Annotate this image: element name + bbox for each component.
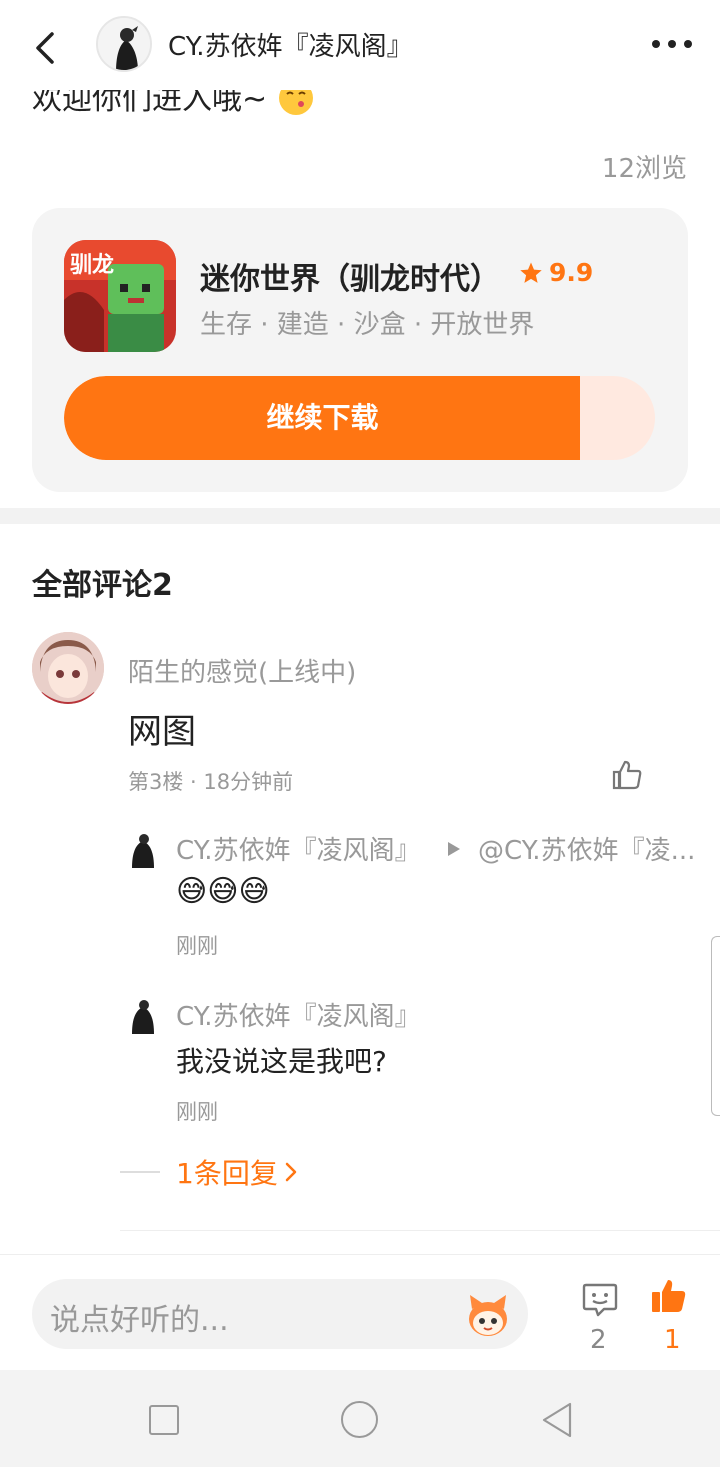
header-title[interactable]: CY.苏依姩『凌风阁』: [168, 26, 413, 63]
download-button[interactable]: 继续下载: [64, 376, 655, 460]
home-button[interactable]: [341, 1401, 378, 1438]
reply-item: CY.苏依姩『凌风阁』 @CY.苏依姩『凌... 😅😅😅 刚刚: [128, 830, 720, 960]
download-button-label: 继续下载: [266, 401, 379, 434]
reply-time: 刚刚: [176, 934, 218, 958]
reply-time: 刚刚: [176, 1100, 218, 1124]
game-icon[interactable]: 驯龙: [64, 240, 176, 352]
reply-author[interactable]: CY.苏依姩『凌风阁』: [176, 996, 421, 1033]
game-rating-value: 9.9: [549, 258, 594, 287]
mascot-emoji-icon[interactable]: [464, 1291, 512, 1339]
reply-arrow-icon: [448, 841, 460, 856]
back-triangle-icon[interactable]: [540, 1400, 574, 1440]
author-avatar[interactable]: [96, 16, 152, 72]
section-divider: [0, 508, 720, 524]
game-rating: 9.9: [519, 258, 593, 287]
thumbs-up-icon[interactable]: [610, 758, 644, 792]
chevron-right-icon: [285, 1162, 297, 1182]
game-name[interactable]: 迷你世界（驯龙时代）: [200, 254, 500, 298]
reply-text: 我没说这是我吧?: [176, 1045, 387, 1078]
reply-item: CY.苏依姩『凌风阁』 我没说这是我吧? 刚刚: [128, 996, 720, 1126]
game-app-icon: 驯龙: [64, 240, 176, 352]
comments-title: 全部评论2: [32, 568, 173, 603]
reply-author-avatar[interactable]: [128, 832, 158, 868]
like-count: 1: [664, 1325, 681, 1355]
comment-input-placeholder: 说点好听的...: [50, 1303, 229, 1338]
game-tags: 生存 · 建造 · 沙盒 · 开放世界: [200, 310, 535, 340]
bottom-input-bar: 说点好听的... 2 1: [0, 1254, 720, 1370]
system-nav-bar: [0, 1370, 720, 1467]
reply-text: 😅😅😅: [176, 874, 270, 909]
comment-count: 2: [590, 1325, 607, 1355]
recent-apps-button[interactable]: [149, 1405, 179, 1435]
more-replies-label: 1条回复: [176, 1157, 278, 1190]
reply-target: @CY.苏依姩『凌...: [448, 830, 695, 867]
view-count: 12浏览: [601, 154, 687, 184]
comment-text: 网图: [128, 712, 196, 752]
more-replies-link[interactable]: 1条回复: [120, 1152, 298, 1192]
comment-meta: 第3楼 · 18分钟前: [128, 770, 294, 794]
comment-bubble-icon[interactable]: [580, 1279, 620, 1319]
author-avatar-image: [98, 18, 150, 70]
star-icon: [520, 262, 542, 283]
game-card[interactable]: 驯龙 迷你世界（驯龙时代） 9.9 生存 · 建造 · 沙盒 · 开放世界 继续…: [32, 208, 688, 492]
thumbs-up-filled-icon[interactable]: [650, 1277, 688, 1315]
commenter-avatar-image: [32, 632, 104, 704]
comment-divider: [120, 1230, 720, 1231]
more-options-icon[interactable]: [648, 34, 696, 54]
side-pull-handle[interactable]: [711, 936, 720, 1116]
reply-target-name: @CY.苏依姩『凌...: [478, 836, 696, 866]
comment-author[interactable]: 陌生的感觉(上线中): [128, 652, 356, 689]
reply-author[interactable]: CY.苏依姩『凌风阁』: [176, 830, 421, 867]
more-replies-line: [120, 1171, 160, 1173]
top-header: CY.苏依姩『凌风阁』: [0, 0, 720, 90]
commenter-avatar[interactable]: [32, 632, 104, 704]
svg-text:驯龙: 驯龙: [70, 253, 114, 278]
reply-author-avatar[interactable]: [128, 998, 158, 1034]
back-arrow-icon[interactable]: [30, 28, 64, 68]
comment-input[interactable]: 说点好听的...: [32, 1279, 528, 1349]
